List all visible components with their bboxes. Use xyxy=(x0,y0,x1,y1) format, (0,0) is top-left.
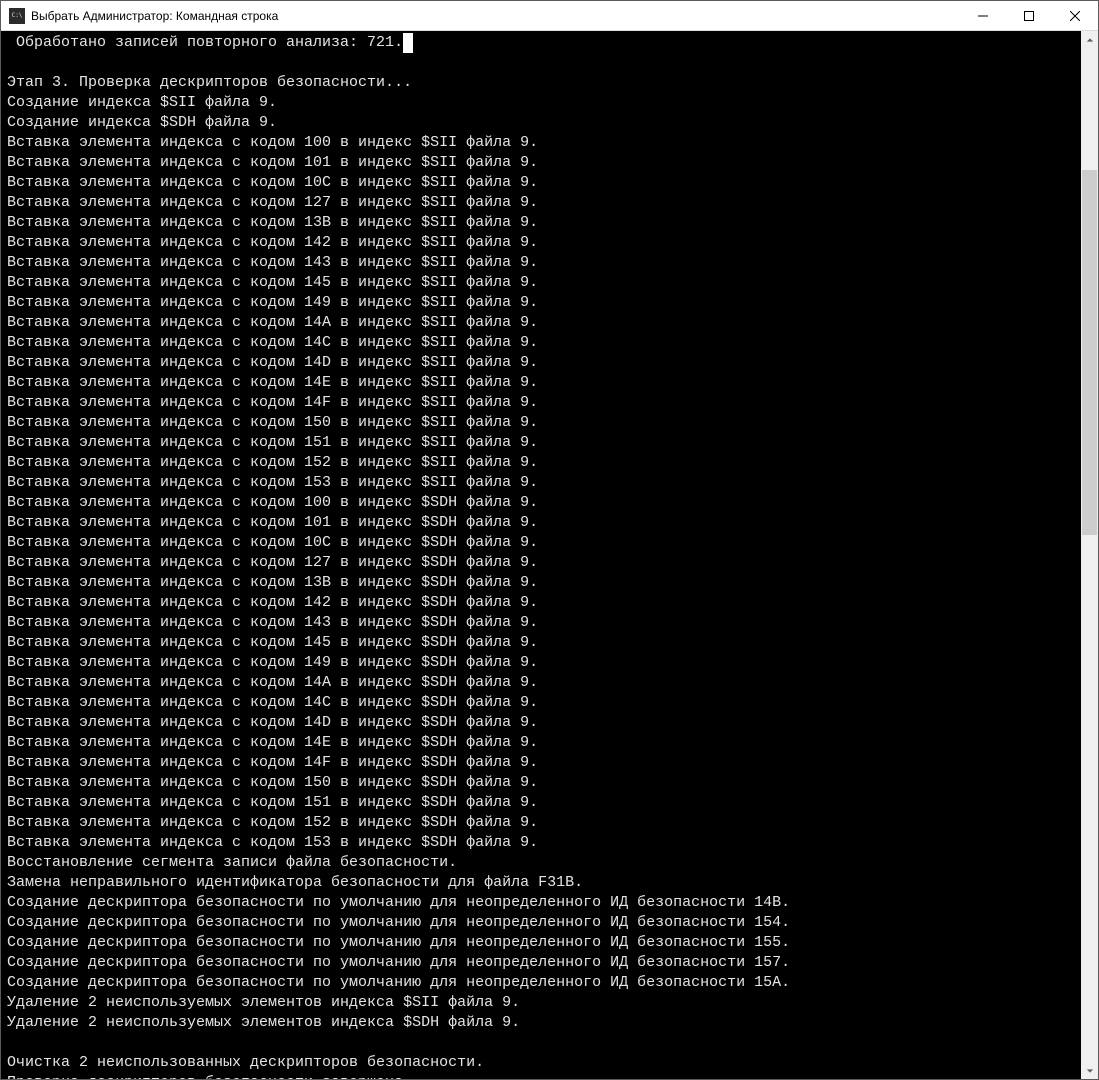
minimize-button[interactable] xyxy=(960,1,1006,30)
console-line xyxy=(7,53,1075,73)
console-line: Вставка элемента индекса с кодом 142 в и… xyxy=(7,593,1075,613)
scroll-down-button[interactable] xyxy=(1081,1062,1098,1079)
selection-cursor xyxy=(403,33,413,53)
console-line: Вставка элемента индекса с кодом 151 в и… xyxy=(7,793,1075,813)
console-line: Вставка элемента индекса с кодом 153 в и… xyxy=(7,473,1075,493)
console-line: Вставка элемента индекса с кодом 14C в и… xyxy=(7,693,1075,713)
console-line: Вставка элемента индекса с кодом 149 в и… xyxy=(7,653,1075,673)
scroll-up-button[interactable] xyxy=(1081,31,1098,48)
console-line xyxy=(7,1033,1075,1053)
console-line: Вставка элемента индекса с кодом 101 в и… xyxy=(7,513,1075,533)
console-line: Вставка элемента индекса с кодом 149 в и… xyxy=(7,293,1075,313)
console-line: Вставка элемента индекса с кодом 10C в и… xyxy=(7,173,1075,193)
close-button[interactable] xyxy=(1052,1,1098,30)
console-line: Создание дескриптора безопасности по умо… xyxy=(7,913,1075,933)
console-line: Вставка элемента индекса с кодом 127 в и… xyxy=(7,193,1075,213)
console-line: Удаление 2 неиспользуемых элементов инде… xyxy=(7,993,1075,1013)
console-output[interactable]: Обработано записей повторного анализа: 7… xyxy=(1,31,1081,1079)
minimize-icon xyxy=(978,11,988,21)
console-line: Вставка элемента индекса с кодом 13B в и… xyxy=(7,213,1075,233)
console-line: Создание дескриптора безопасности по умо… xyxy=(7,893,1075,913)
console-line: Создание индекса $SII файла 9. xyxy=(7,93,1075,113)
console-line: Вставка элемента индекса с кодом 14E в и… xyxy=(7,373,1075,393)
console-line: Создание дескриптора безопасности по умо… xyxy=(7,973,1075,993)
console-line: Обработано записей повторного анализа: 7… xyxy=(7,33,1075,53)
console-line: Вставка элемента индекса с кодом 143 в и… xyxy=(7,253,1075,273)
console-line: Вставка элемента индекса с кодом 100 в и… xyxy=(7,133,1075,153)
chevron-down-icon xyxy=(1086,1067,1094,1075)
console-line: Вставка элемента индекса с кодом 145 в и… xyxy=(7,633,1075,653)
chevron-up-icon xyxy=(1086,36,1094,44)
console-line: Вставка элемента индекса с кодом 14F в и… xyxy=(7,393,1075,413)
window-title: Выбрать Администратор: Командная строка xyxy=(31,9,960,23)
console-line: Вставка элемента индекса с кодом 14A в и… xyxy=(7,313,1075,333)
maximize-button[interactable] xyxy=(1006,1,1052,30)
console-line: Удаление 2 неиспользуемых элементов инде… xyxy=(7,1013,1075,1033)
console-line: Вставка элемента индекса с кодом 100 в и… xyxy=(7,493,1075,513)
console-line: Вставка элемента индекса с кодом 10C в и… xyxy=(7,533,1075,553)
console-line: Вставка элемента индекса с кодом 142 в и… xyxy=(7,233,1075,253)
window-controls xyxy=(960,1,1098,30)
console-line: Создание дескриптора безопасности по умо… xyxy=(7,953,1075,973)
console-line: Создание дескриптора безопасности по умо… xyxy=(7,933,1075,953)
console-line: Этап 3. Проверка дескрипторов безопаснос… xyxy=(7,73,1075,93)
console-line: Вставка элемента индекса с кодом 150 в и… xyxy=(7,773,1075,793)
console-line: Восстановление сегмента записи файла без… xyxy=(7,853,1075,873)
command-prompt-window: Выбрать Администратор: Командная строка … xyxy=(0,0,1099,1080)
console-line: Проверка дескрипторов безопасности завер… xyxy=(7,1073,1075,1079)
console-line: Вставка элемента индекса с кодом 14A в и… xyxy=(7,673,1075,693)
console-line: Вставка элемента индекса с кодом 150 в и… xyxy=(7,413,1075,433)
console-wrap: Обработано записей повторного анализа: 7… xyxy=(1,31,1098,1079)
console-line: Вставка элемента индекса с кодом 13B в и… xyxy=(7,573,1075,593)
console-line: Вставка элемента индекса с кодом 127 в и… xyxy=(7,553,1075,573)
close-icon xyxy=(1070,11,1080,21)
console-line: Вставка элемента индекса с кодом 151 в и… xyxy=(7,433,1075,453)
console-line: Вставка элемента индекса с кодом 14F в и… xyxy=(7,753,1075,773)
console-line: Вставка элемента индекса с кодом 143 в и… xyxy=(7,613,1075,633)
console-line: Вставка элемента индекса с кодом 14E в и… xyxy=(7,733,1075,753)
console-line: Вставка элемента индекса с кодом 14D в и… xyxy=(7,353,1075,373)
maximize-icon xyxy=(1024,11,1034,21)
scrollbar-track[interactable] xyxy=(1081,48,1098,1062)
console-line: Вставка элемента индекса с кодом 152 в и… xyxy=(7,813,1075,833)
cmd-icon xyxy=(9,8,25,24)
console-line: Создание индекса $SDH файла 9. xyxy=(7,113,1075,133)
titlebar[interactable]: Выбрать Администратор: Командная строка xyxy=(1,1,1098,31)
vertical-scrollbar[interactable] xyxy=(1081,31,1098,1079)
console-line: Вставка элемента индекса с кодом 101 в и… xyxy=(7,153,1075,173)
console-line: Замена неправильного идентификатора безо… xyxy=(7,873,1075,893)
console-line: Вставка элемента индекса с кодом 152 в и… xyxy=(7,453,1075,473)
console-line: Очистка 2 неиспользованных дескрипторов … xyxy=(7,1053,1075,1073)
scrollbar-thumb[interactable] xyxy=(1082,170,1097,535)
console-line: Вставка элемента индекса с кодом 153 в и… xyxy=(7,833,1075,853)
console-line: Вставка элемента индекса с кодом 14C в и… xyxy=(7,333,1075,353)
console-line: Вставка элемента индекса с кодом 145 в и… xyxy=(7,273,1075,293)
console-line: Вставка элемента индекса с кодом 14D в и… xyxy=(7,713,1075,733)
